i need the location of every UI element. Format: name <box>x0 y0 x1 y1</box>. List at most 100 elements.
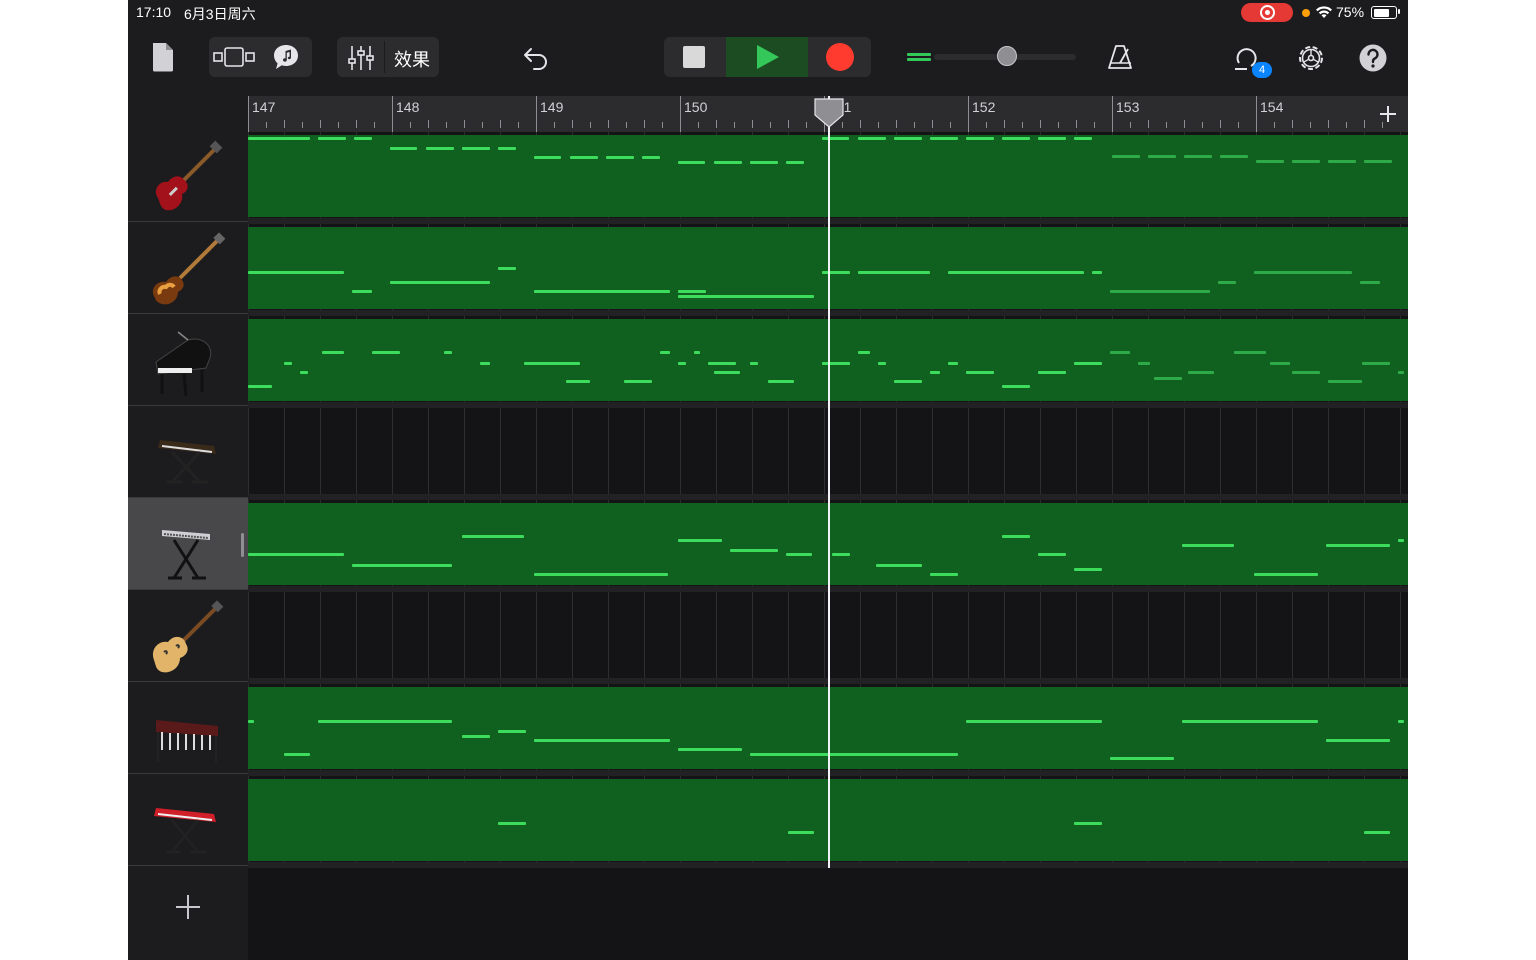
ruler-tick <box>284 120 285 128</box>
ruler-tick <box>320 120 321 128</box>
midi-note <box>930 371 940 374</box>
play-button[interactable] <box>726 37 808 77</box>
midi-note <box>948 362 958 365</box>
midi-note <box>678 748 742 751</box>
midi-note <box>284 753 310 756</box>
grid-line <box>752 592 753 684</box>
grid-line <box>392 408 393 500</box>
track-header-vibraphone[interactable] <box>128 682 248 774</box>
ruler-tick <box>1274 122 1275 128</box>
midi-note <box>426 147 454 150</box>
loop-browser-icon[interactable] <box>272 43 300 71</box>
midi-note <box>750 753 958 756</box>
midi-note <box>534 739 670 742</box>
midi-note <box>966 371 994 374</box>
midi-note <box>284 362 292 365</box>
metronome-icon[interactable] <box>1106 43 1134 71</box>
midi-note <box>1328 160 1356 163</box>
midi-note <box>498 730 526 733</box>
track-header-bass[interactable] <box>128 222 248 314</box>
midi-note <box>730 549 778 552</box>
track-header-vintage-keyboard[interactable] <box>128 406 248 498</box>
midi-note <box>498 822 526 825</box>
record-icon <box>826 43 854 71</box>
add-section-button[interactable] <box>1374 100 1402 128</box>
grid-line <box>896 592 897 684</box>
midi-note <box>248 553 344 556</box>
midi-note <box>318 720 452 723</box>
midi-note <box>570 156 598 159</box>
midi-note <box>930 573 958 576</box>
ruler-bar-number: 153 <box>1116 99 1140 115</box>
midi-note <box>642 156 660 159</box>
track-headers <box>128 96 248 960</box>
grid-line <box>716 408 717 500</box>
playhead-handle[interactable] <box>813 97 845 129</box>
add-track-button[interactable] <box>174 893 202 921</box>
ruler-bar-line <box>680 96 681 132</box>
ruler-tick <box>410 122 411 128</box>
midi-note <box>248 720 254 723</box>
grid-line <box>860 592 861 684</box>
ruler-tick <box>1022 122 1023 128</box>
ruler-tick <box>1202 122 1203 128</box>
help-icon[interactable] <box>1358 43 1388 73</box>
ruler-tick <box>1166 122 1167 128</box>
undo-icon[interactable] <box>522 44 550 72</box>
grid-line <box>1112 408 1113 500</box>
midi-note <box>876 564 922 567</box>
grid-line <box>536 408 537 500</box>
midi-note <box>1256 160 1284 163</box>
midi-note <box>248 271 344 274</box>
screen-record-icon[interactable] <box>1241 3 1293 22</box>
grid-line <box>464 592 465 684</box>
grid-line <box>932 408 933 500</box>
midi-note <box>1292 160 1320 163</box>
header-resize-handle[interactable] <box>241 533 244 557</box>
settings-icon[interactable] <box>1295 42 1327 74</box>
track-header-electric-guitar[interactable] <box>128 130 248 222</box>
ruler-tick <box>1364 120 1365 128</box>
grid-line <box>932 592 933 684</box>
ruler-tick <box>374 122 375 128</box>
stage-keyboard-icon <box>158 440 216 484</box>
ruler-tick <box>1040 120 1041 128</box>
ruler-tick <box>878 122 879 128</box>
battery-percent: 75% <box>1336 4 1365 20</box>
stop-button[interactable] <box>664 37 725 77</box>
track-header-grand-piano[interactable] <box>128 314 248 406</box>
track-header-synth-keyboard[interactable] <box>128 498 248 590</box>
track-header-red-organ[interactable] <box>128 774 248 866</box>
master-volume-knob[interactable] <box>997 46 1018 66</box>
midi-note <box>1138 362 1150 365</box>
document-icon[interactable] <box>150 42 176 72</box>
mixer-icon[interactable] <box>347 44 375 72</box>
midi-note <box>284 137 310 140</box>
midi-note <box>966 720 1102 723</box>
ruler-bar-line <box>248 96 249 132</box>
midi-note <box>1220 155 1248 158</box>
ruler-tick <box>644 120 645 128</box>
midi-note <box>708 362 736 365</box>
wifi-icon <box>1316 6 1332 18</box>
track-header-hollow-body-guitar[interactable] <box>128 590 248 682</box>
grid-line <box>356 592 357 684</box>
midi-note <box>1074 568 1102 571</box>
midi-note <box>1038 137 1066 140</box>
midi-note <box>858 271 930 274</box>
midi-note <box>1110 351 1130 354</box>
midi-note <box>1184 155 1212 158</box>
midi-note <box>966 137 994 140</box>
synth-keyboard-icon <box>162 530 210 580</box>
battery-icon <box>1371 6 1397 19</box>
ruler-tick <box>698 122 699 128</box>
track-view-icon[interactable] <box>213 46 257 68</box>
midi-note <box>822 137 849 140</box>
fx-button[interactable]: 效果 <box>394 46 430 72</box>
midi-note <box>300 371 308 374</box>
grid-line <box>1076 408 1077 500</box>
midi-note <box>878 362 886 365</box>
ruler-bar-number: 148 <box>396 99 420 115</box>
midi-note <box>1234 351 1266 354</box>
record-button[interactable] <box>809 37 871 77</box>
